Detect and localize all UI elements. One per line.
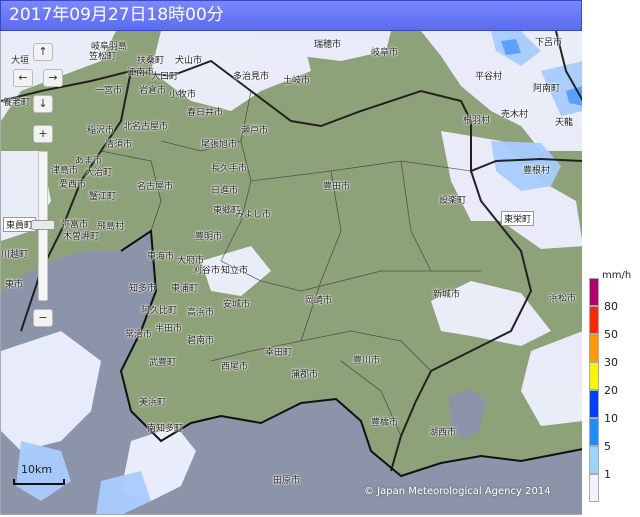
legend-value: 1 [604,468,611,481]
city-label: 豊根村 [523,166,551,176]
city-label: 田原市 [273,476,301,486]
city-label: 新城市 [433,290,461,300]
city-label: 大垣 [11,56,30,66]
city-label: 売木村 [501,110,529,120]
city-label: 東市 [5,280,24,290]
city-label: 川越町 [1,250,29,260]
legend-value: 50 [604,328,618,341]
city-label: 高浜市 [187,308,215,318]
city-label: 愛西市 [59,180,87,190]
city-label: 豊田市 [323,182,351,192]
legend-swatch [589,474,599,502]
city-label: 一宮市 [95,86,123,96]
city-label: 幸田町 [265,348,293,358]
city-label: 多治見市 [233,72,270,82]
zoom-out-button[interactable]: − [33,309,53,327]
city-label: 美浜町 [139,398,167,408]
city-label: 笠松町 [89,52,117,62]
city-label: 南知多町 [147,424,184,434]
city-label: 養老町 [3,98,31,108]
city-label: 大治町 [85,168,113,178]
radar-map[interactable]: 瑞穂市 岐阜市 下呂市 岐阜羽島 大垣 笠松町 扶桑町 犬山市 江南市 大口町 … [0,31,582,515]
city-label: 刈谷市 [193,266,221,276]
scale-line [13,479,65,485]
legend-swatch [589,390,599,418]
city-label: 阿久比町 [141,306,178,316]
city-label: 木曽岬町 [63,232,100,242]
precipitation-legend: mm/h 80 50 30 20 10 5 1 [586,270,640,510]
city-label: 蒲郡市 [291,370,319,380]
city-label: 日進市 [211,186,239,196]
scale-label: 10km [21,463,53,476]
city-label: 岩倉市 [139,86,167,96]
legend-value: 10 [604,412,618,425]
city-label: 東浦町 [171,284,199,294]
city-label: 豊橋市 [371,418,399,428]
legend-value: 30 [604,356,618,369]
pan-up-button[interactable]: ↑ [33,43,53,61]
legend-swatch [589,362,599,390]
city-label: 長久手市 [211,164,248,174]
city-label: 瀬戸市 [241,126,269,136]
city-label: 江南市 [127,68,155,78]
city-label: 知多市 [129,284,157,294]
city-label: 岐阜市 [371,48,399,58]
city-label: 知立市 [221,266,249,276]
city-label: 湖西市 [429,428,457,438]
legend-unit: mm/h [602,270,632,281]
city-label: 碧南市 [187,336,215,346]
city-label: 大口町 [151,72,179,82]
city-label: 常滑市 [125,330,153,340]
city-label: 春日井市 [187,108,224,118]
city-label: 土岐市 [283,76,311,86]
city-label: 武豊町 [149,358,177,368]
city-label: 東海市 [147,252,175,262]
legend-value: 80 [604,300,618,313]
city-label: 尾張旭市 [201,140,238,150]
city-label: 下呂市 [535,38,563,48]
city-label: 北名古屋市 [123,122,169,132]
zoom-slider-thumb[interactable] [31,219,55,230]
legend-swatch [589,334,599,362]
city-label: 設楽町 [439,196,467,206]
zoom-in-button[interactable]: + [33,125,53,143]
city-label: 豊川市 [353,356,381,366]
pan-right-button[interactable]: → [43,69,63,87]
city-label: 名古屋市 [137,182,174,192]
city-label: 安城市 [223,300,251,310]
city-label: 蟹江町 [89,192,117,202]
pan-down-button[interactable]: ↓ [33,95,53,113]
city-label: 小牧市 [169,90,197,100]
legend-swatch [589,306,599,334]
city-label: 平谷村 [475,72,503,82]
city-label: 豊明市 [195,232,223,242]
city-label: 岡崎市 [305,296,333,306]
city-label: みよし市 [235,210,272,220]
city-label: 稲沢市 [87,126,115,136]
timestamp-title: 2017年09月27日18時00分 [0,0,582,31]
map-base [1,31,582,514]
city-label: 清須市 [105,140,133,150]
city-label: 浜松市 [549,294,577,304]
legend-swatch [589,446,599,474]
city-label: 西尾市 [221,362,249,372]
legend-swatch [589,418,599,446]
city-label: 根羽村 [463,116,491,126]
copyright-text: © Japan Meteorological Agency 2014 [364,486,551,497]
legend-value: 5 [604,440,611,453]
city-label: 天龍 [555,118,574,128]
city-label: 半田市 [155,324,183,334]
city-label: 飛島村 [97,222,125,232]
legend-swatch [589,278,599,306]
city-label: 阿南町 [533,84,561,94]
pan-left-button[interactable]: ← [13,69,33,87]
city-label: 東栄町 [501,211,535,226]
city-label: 津島市 [51,166,79,176]
city-label: 犬山市 [175,56,203,66]
city-label: 瑞穂市 [314,40,342,50]
legend-value: 20 [604,384,618,397]
